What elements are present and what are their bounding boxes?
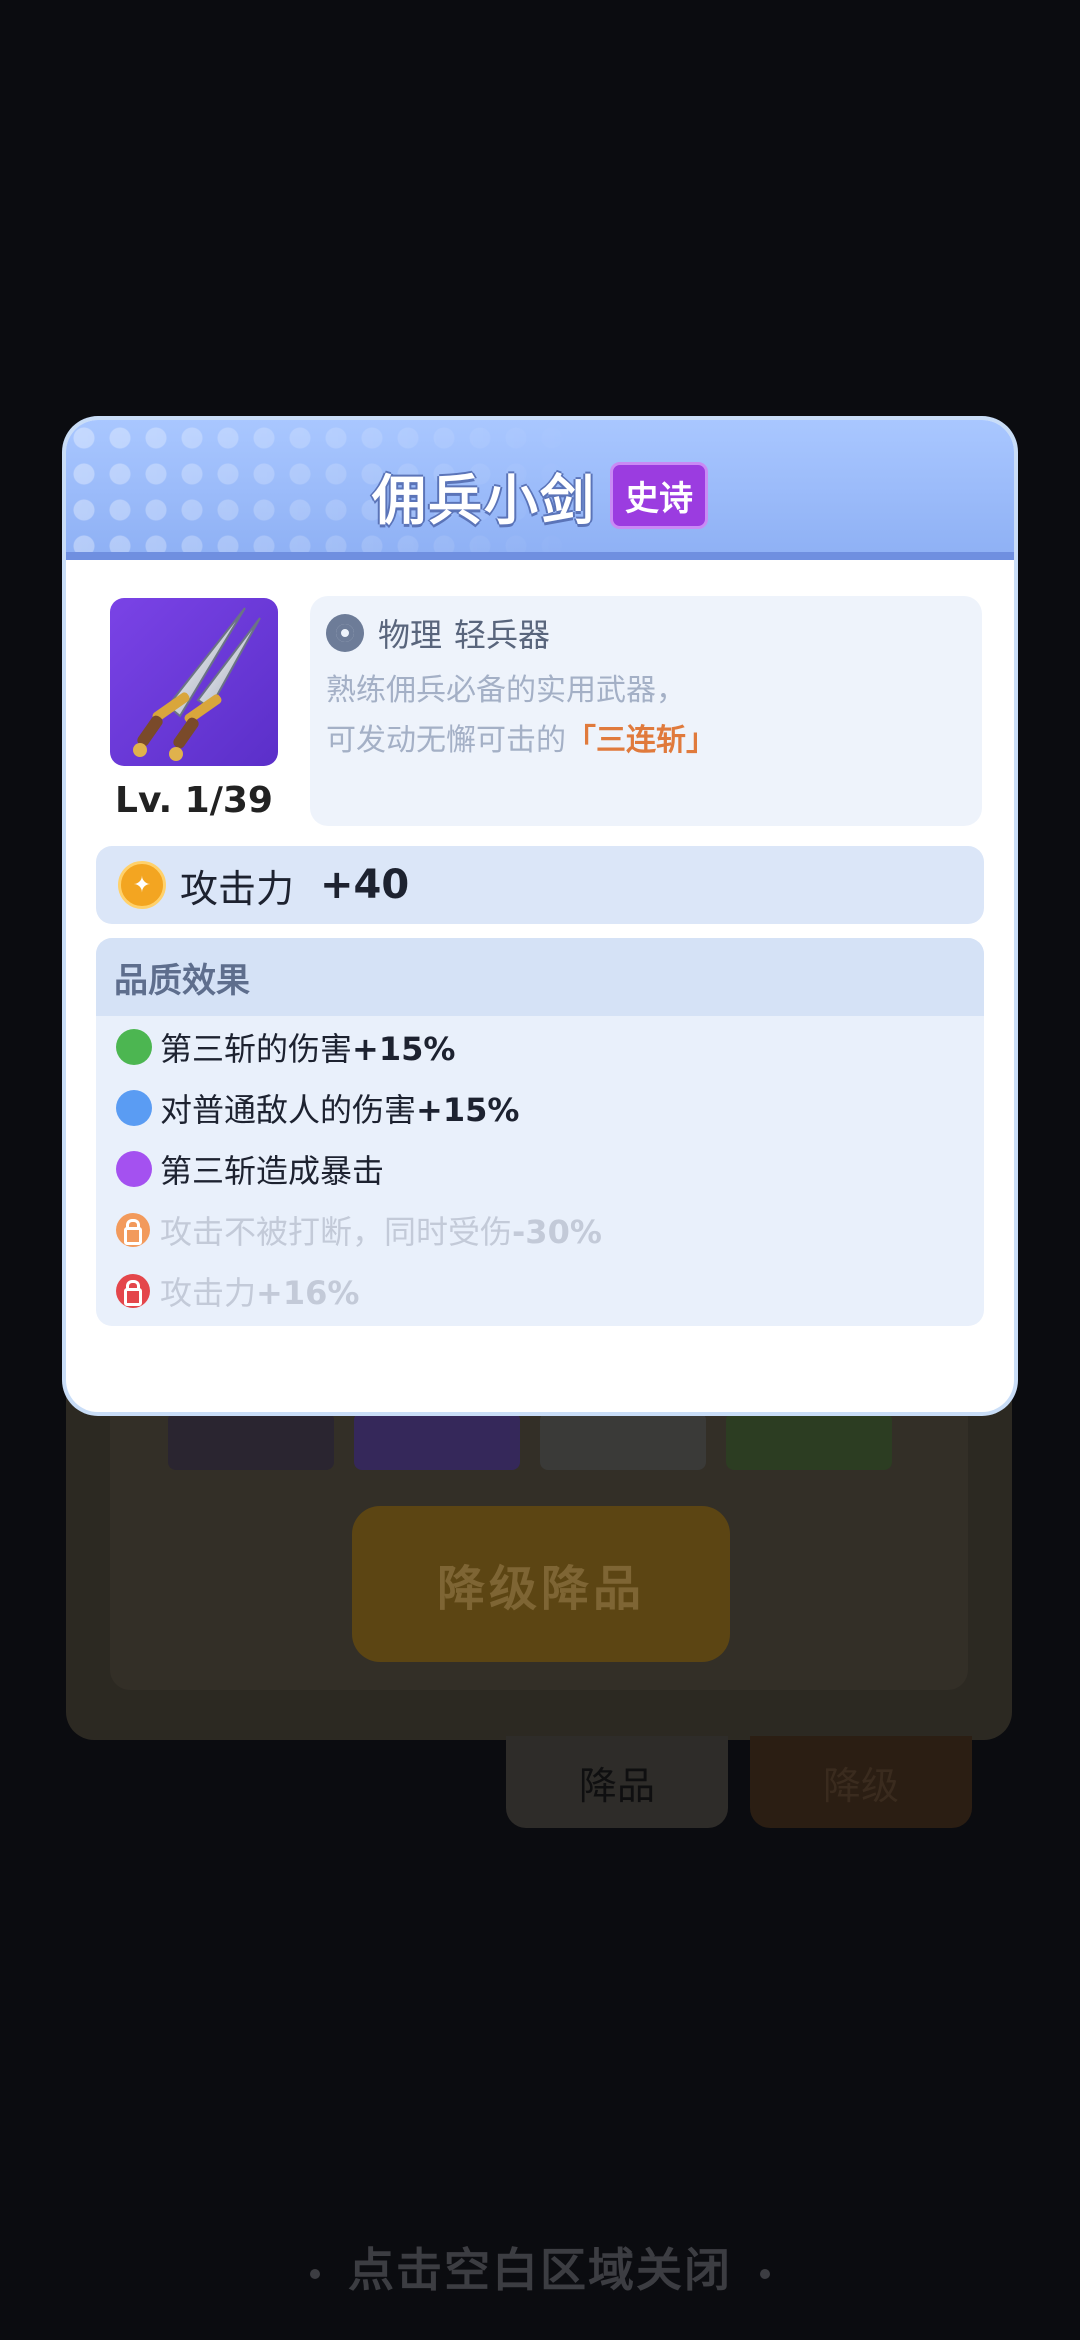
close-hint[interactable]: 点击空白区域关闭	[0, 2234, 1080, 2300]
effect-text: 攻击力	[160, 1273, 257, 1312]
quality-section-title: 品质效果	[96, 938, 984, 1016]
item-level: Lv. 1/39	[115, 780, 273, 821]
effect-text: 第三斩的伤害	[160, 1029, 353, 1068]
physical-type-icon	[326, 614, 364, 652]
background-thumb	[168, 1412, 334, 1470]
green-quality-dot-icon	[116, 1028, 152, 1065]
skill-name: 「三连斩」	[566, 723, 716, 758]
description-line-2: 可发动无懈可击的	[326, 723, 566, 758]
background-thumb	[354, 1412, 520, 1470]
downgrade-rarity-button[interactable]: 降级降品	[352, 1506, 730, 1662]
effect-value: +15%	[352, 1029, 456, 1068]
effect-value: -30%	[512, 1212, 602, 1251]
quality-effect-row-locked: 攻击不被打断，同时受伤-30%	[96, 1199, 984, 1260]
modal-header: 佣兵小剑 史诗	[66, 420, 1014, 560]
tab-downgrade-level[interactable]: 降级	[750, 1736, 972, 1828]
description-line-1: 熟练佣兵必备的实用武器，	[326, 673, 686, 708]
damage-type: 物理	[378, 616, 443, 654]
item-title: 佣兵小剑	[372, 469, 596, 532]
stat-value: +40	[320, 862, 410, 908]
item-description-box: 物理 轻兵器 熟练佣兵必备的实用武器， 可发动无懈可击的「三连斩」	[310, 596, 982, 826]
hint-dot-icon	[310, 2268, 320, 2279]
background-thumb	[726, 1412, 892, 1470]
quality-effect-row: 对普通敌人的伤害+15%	[96, 1077, 984, 1138]
weapon-type-row: 物理 轻兵器	[326, 610, 562, 656]
effect-text: 对普通敌人的伤害	[160, 1090, 417, 1129]
background-item-thumbs	[100, 1412, 1018, 1470]
blue-quality-dot-icon	[116, 1089, 152, 1126]
item-detail-modal: 佣兵小剑 史诗 Lv. 1/39 物理 轻兵器 熟练佣兵必备的实用武器， 可发动…	[66, 420, 1014, 1412]
twin-dagger-icon	[110, 598, 278, 766]
rarity-badge: 史诗	[610, 462, 708, 529]
quality-effects-section: 品质效果 第三斩的伤害+15% 对普通敌人的伤害+15% 第三斩造成暴击 攻击不…	[96, 938, 984, 1326]
quality-effect-row: 第三斩的伤害+15%	[96, 1016, 984, 1077]
red-lock-icon	[116, 1273, 150, 1308]
stat-label: 攻击力	[180, 866, 295, 911]
item-description: 熟练佣兵必备的实用武器， 可发动无懈可击的「三连斩」	[326, 666, 716, 766]
weapon-class: 轻兵器	[454, 616, 551, 654]
quality-effect-row: 第三斩造成暴击	[96, 1138, 984, 1199]
effect-text: 第三斩造成暴击	[160, 1151, 385, 1190]
hint-dot-icon	[760, 2268, 770, 2279]
quality-effect-row-locked: 攻击力+16%	[96, 1260, 984, 1321]
purple-quality-dot-icon	[116, 1150, 152, 1187]
orange-lock-icon	[116, 1212, 150, 1247]
effect-text: 攻击不被打断，同时受伤	[160, 1212, 513, 1251]
effect-value: +15%	[416, 1090, 520, 1129]
tab-downgrade-rarity[interactable]: 降品	[506, 1736, 728, 1828]
close-hint-text: 点击空白区域关闭	[348, 2243, 732, 2297]
attack-stat-row: ✦ 攻击力 +40	[96, 846, 984, 924]
effect-value: +16%	[256, 1273, 360, 1312]
attack-icon: ✦	[118, 861, 166, 909]
background-thumb	[540, 1412, 706, 1470]
